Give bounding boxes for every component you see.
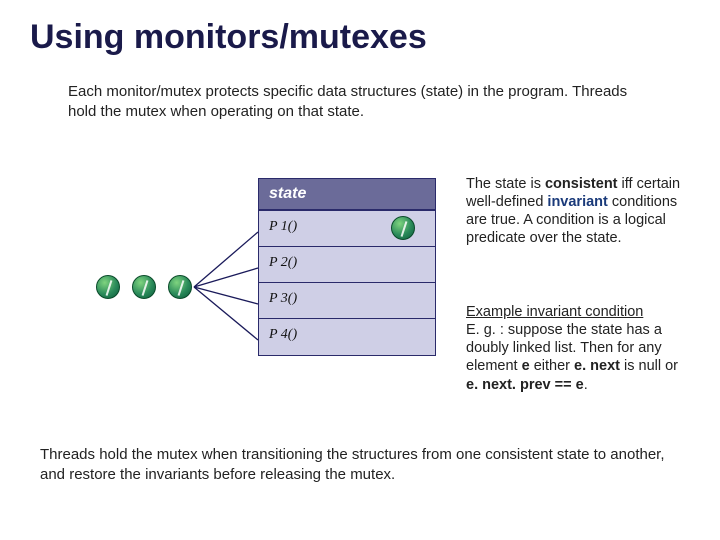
- intro-paragraph: Each monitor/mutex protects specific dat…: [68, 82, 638, 121]
- footer-paragraph: Threads hold the mutex when transitionin…: [40, 445, 680, 484]
- text-example-heading: Example invariant condition: [466, 304, 643, 320]
- monitor-row-p3: P 3(): [259, 283, 435, 319]
- text: is null or: [620, 358, 678, 374]
- monitor-row-label: P 4(): [269, 327, 297, 342]
- text: either: [530, 358, 574, 374]
- monitor-row-label: P 1(): [269, 219, 297, 234]
- monitor-box: state P 1() P 2() P 3() P 4(): [258, 178, 436, 356]
- thread-icon: [96, 275, 120, 299]
- text: .: [584, 377, 588, 393]
- thread-icon: [132, 275, 156, 299]
- monitor-row-label: P 2(): [269, 255, 297, 270]
- monitor-row-p2: P 2(): [259, 247, 435, 283]
- right-paragraph-consistency: The state is consistent iff certain well…: [466, 175, 691, 248]
- monitor-row-p1: P 1(): [259, 211, 435, 247]
- text: The state is: [466, 176, 545, 192]
- thread-icon: [168, 275, 192, 299]
- text-enext: e. next: [574, 358, 620, 374]
- text-expr: e. next. prev == e: [466, 377, 584, 393]
- slide-title: Using monitors/mutexes: [30, 18, 427, 57]
- right-paragraph-example: Example invariant condition E. g. : supp…: [466, 303, 691, 394]
- thread-icon: [391, 216, 415, 240]
- monitor-row-p4: P 4(): [259, 319, 435, 355]
- monitor-header: state: [259, 179, 435, 211]
- text-consistent: consistent: [545, 176, 618, 192]
- text-e: e: [522, 358, 530, 374]
- text-invariant: invariant: [547, 194, 607, 210]
- monitor-row-label: P 3(): [269, 291, 297, 306]
